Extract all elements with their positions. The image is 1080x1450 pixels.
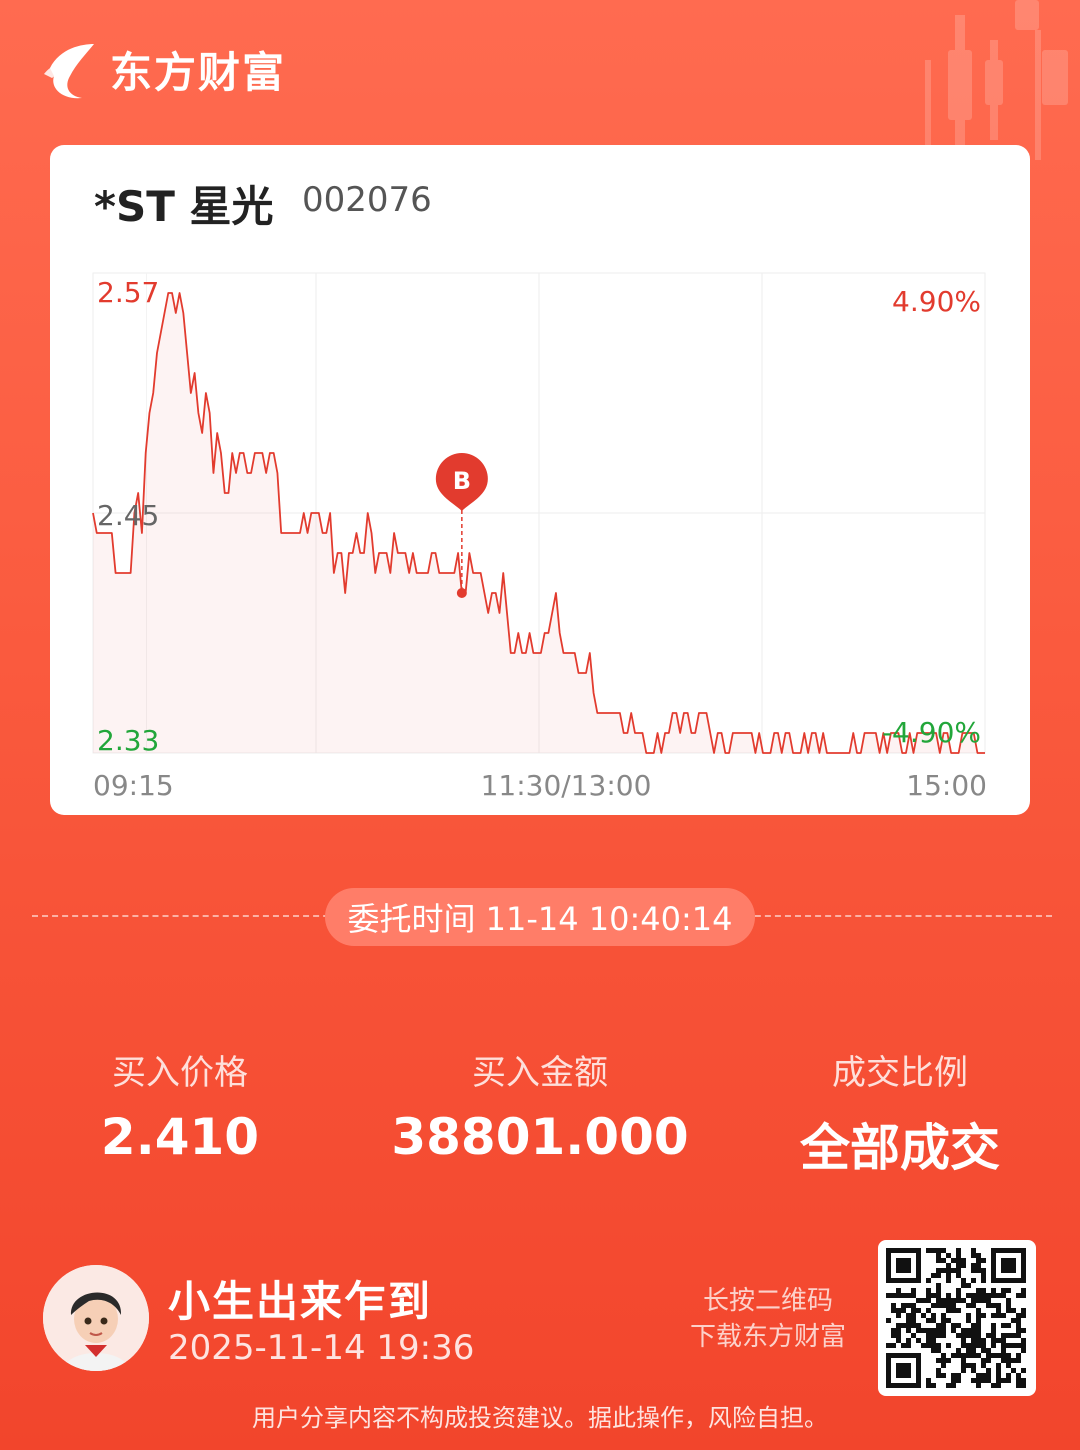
avatar-icon	[43, 1265, 149, 1371]
qr-hint: 长按二维码 下载东方财富	[668, 1283, 868, 1355]
qr-code-icon	[886, 1248, 1026, 1388]
y-label-high: 2.57	[97, 276, 159, 309]
stat-value: 全部成交	[800, 1119, 1000, 1177]
stat-buy-price: 买入价格 2.410	[0, 1045, 360, 1166]
brand-icon	[44, 44, 94, 99]
stat-value: 2.410	[100, 1108, 260, 1166]
stat-value: 38801.000	[391, 1108, 689, 1166]
stock-chart-card[interactable]: *ST 星光 002076 2.57 2.45 2.33 4.90% -4.90% 09:…	[50, 145, 1030, 815]
stat-label: 成交比例	[832, 1053, 968, 1093]
stat-label: 买入价格	[112, 1053, 248, 1093]
share-timestamp: 2025-11-14 19:36	[168, 1328, 475, 1368]
qr-code[interactable]	[878, 1240, 1036, 1396]
brand-name: 东方财富	[110, 47, 287, 97]
order-time-badge: 委托时间 11-14 10:40:14	[325, 888, 755, 946]
x-label-midday: 11:30/13:00	[481, 769, 652, 802]
buy-marker-label: B	[453, 467, 471, 495]
stat-fill-ratio: 成交比例 全部成交	[720, 1045, 1080, 1180]
disclaimer: 用户分享内容不构成投资建议。据此操作，风险自担。	[252, 1404, 828, 1432]
user-name: 小生出来乍到	[168, 1277, 433, 1326]
qr-hint-line2: 下载东方财富	[689, 1322, 846, 1352]
pct-label-low: -4.90%	[882, 716, 981, 749]
stat-label: 买入金额	[472, 1053, 608, 1093]
x-label-open: 09:15	[93, 769, 174, 802]
pct-label-high: 4.90%	[892, 285, 981, 318]
y-label-mid: 2.45	[97, 499, 159, 532]
y-label-low: 2.33	[97, 724, 159, 757]
intraday-chart: 2.57 2.45 2.33 4.90% -4.90% 09:15 11:30/13:00 1…	[92, 272, 987, 802]
qr-hint-line1: 长按二维码	[702, 1286, 833, 1316]
x-label-close: 15:00	[906, 769, 987, 802]
stat-buy-amount: 买入金额 38801.000	[360, 1045, 720, 1166]
brand-logo: 东方财富	[42, 38, 286, 100]
avatar[interactable]	[43, 1265, 149, 1371]
buy-marker-dot	[456, 588, 467, 598]
